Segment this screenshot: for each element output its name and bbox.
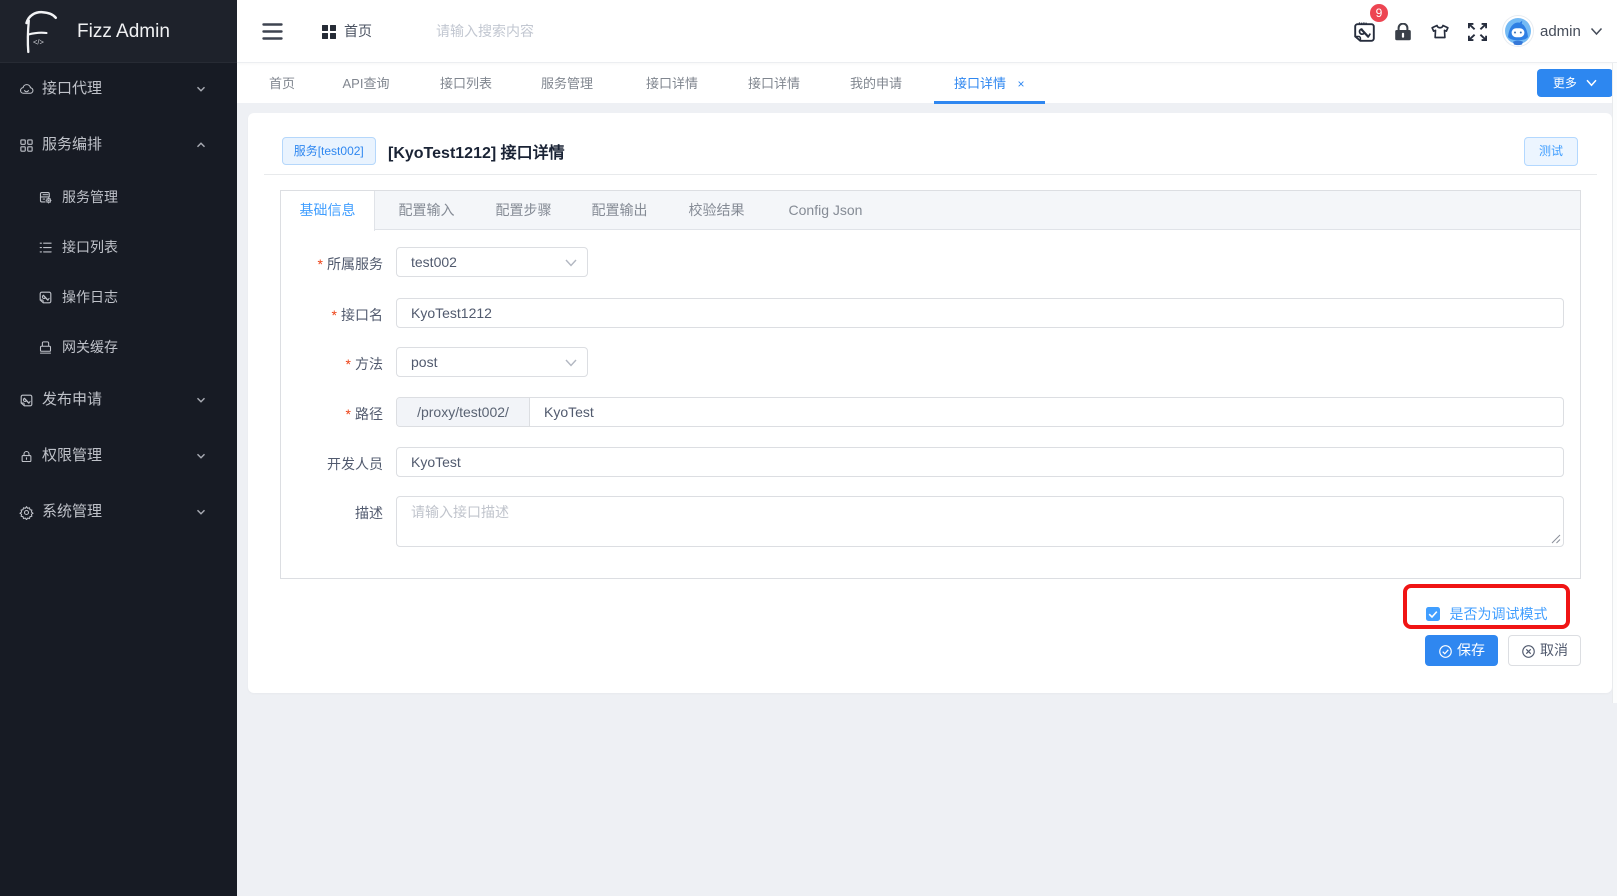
- svg-text:</>: </>: [33, 38, 44, 47]
